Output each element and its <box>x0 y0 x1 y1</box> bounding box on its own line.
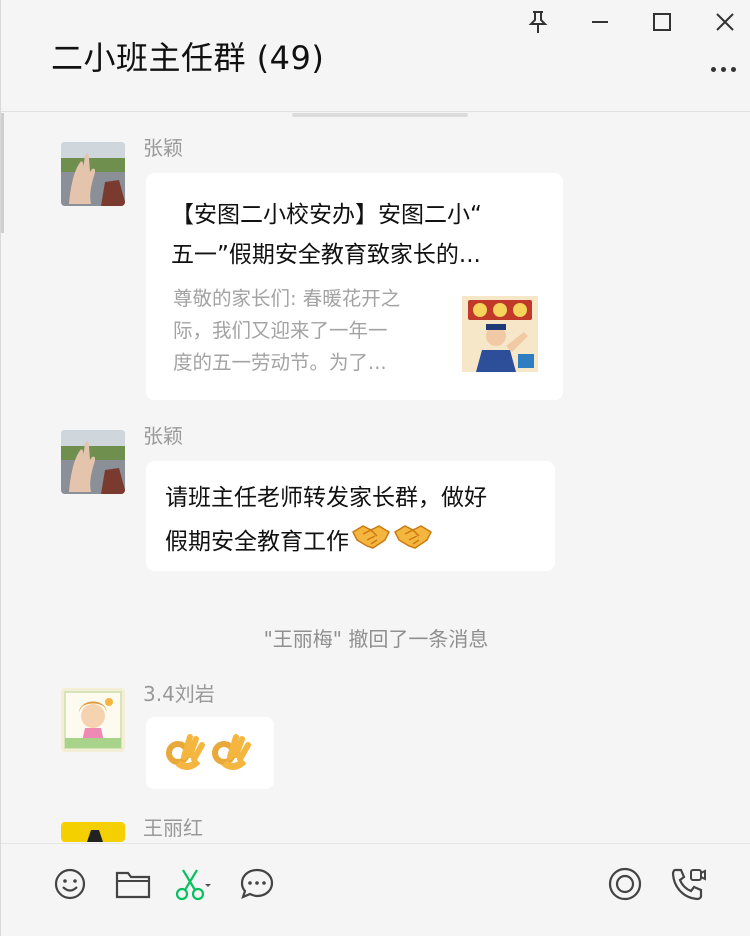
chat-title: 二小班主任群 (49) <box>51 39 325 77</box>
sender-name: 张颖 <box>143 424 183 448</box>
close-icon[interactable] <box>707 4 743 40</box>
text-bubble[interactable]: 请班主任老师转发家长群，做好 假期安全教育工作 <box>146 461 555 571</box>
scissors-icon[interactable] <box>173 864 213 904</box>
chat-history-icon[interactable] <box>237 864 277 904</box>
chat-header: 二小班主任群 (49) <box>1 0 750 112</box>
folder-icon[interactable] <box>113 864 153 904</box>
input-toolbar <box>1 843 750 936</box>
sender-name: 张颖 <box>143 136 183 160</box>
message-line-text: 假期安全教育工作 <box>165 529 349 555</box>
live-icon[interactable] <box>605 864 645 904</box>
avatar[interactable] <box>61 430 125 494</box>
message-line: 假期安全教育工作 <box>165 520 487 565</box>
voice-video-call-icon[interactable] <box>668 864 708 904</box>
handshake-emoji <box>393 520 433 565</box>
card-thumbnail <box>462 296 538 372</box>
card-title-line: 【安图二小校安办】安图二小“ <box>171 202 482 228</box>
card-desc-line: 尊敬的家长们: 春暖花开之 <box>173 287 401 310</box>
sender-name: 王丽红 <box>143 816 203 840</box>
handshake-emoji <box>351 520 391 565</box>
card-desc-line: 度的五一劳动节。为了... <box>173 351 387 374</box>
emoji-icon[interactable] <box>50 864 90 904</box>
avatar[interactable] <box>61 688 125 752</box>
scrollbar[interactable] <box>1 113 4 233</box>
ok-hand-emoji <box>164 731 206 777</box>
more-icon[interactable] <box>705 56 741 82</box>
system-recall-notice: "王丽梅" 撤回了一条消息 <box>263 627 489 651</box>
message-text: 请班主任老师转发家长群，做好 假期安全教育工作 <box>165 476 487 565</box>
maximize-icon[interactable] <box>644 4 680 40</box>
avatar[interactable] <box>61 822 125 842</box>
scroll-indicator <box>292 113 468 117</box>
card-description: 尊敬的家长们: 春暖花开之 际，我们又迎来了一年一 度的五一劳动节。为了... <box>173 283 443 379</box>
link-card[interactable]: 【安图二小校安办】安图二小“ 五一”假期安全教育致家长的... 尊敬的家长们: … <box>146 173 563 400</box>
card-desc-line: 际，我们又迎来了一年一 <box>173 319 388 342</box>
chat-window: 二小班主任群 (49) 张颖 【安图二小校安办】安图二小“ 五一”假期安全教育致… <box>0 0 750 936</box>
minimize-icon[interactable] <box>582 4 618 40</box>
card-title-line: 五一”假期安全教育致家长的... <box>171 242 481 268</box>
avatar[interactable] <box>61 142 125 206</box>
message-line: 请班主任老师转发家长群，做好 <box>165 485 487 511</box>
pin-icon[interactable] <box>520 4 556 40</box>
emoji-bubble[interactable] <box>146 717 274 789</box>
sender-name: 3.4刘岩 <box>143 682 215 706</box>
ok-hand-emoji <box>210 731 252 777</box>
card-title: 【安图二小校安办】安图二小“ 五一”假期安全教育致家长的... <box>171 195 541 275</box>
